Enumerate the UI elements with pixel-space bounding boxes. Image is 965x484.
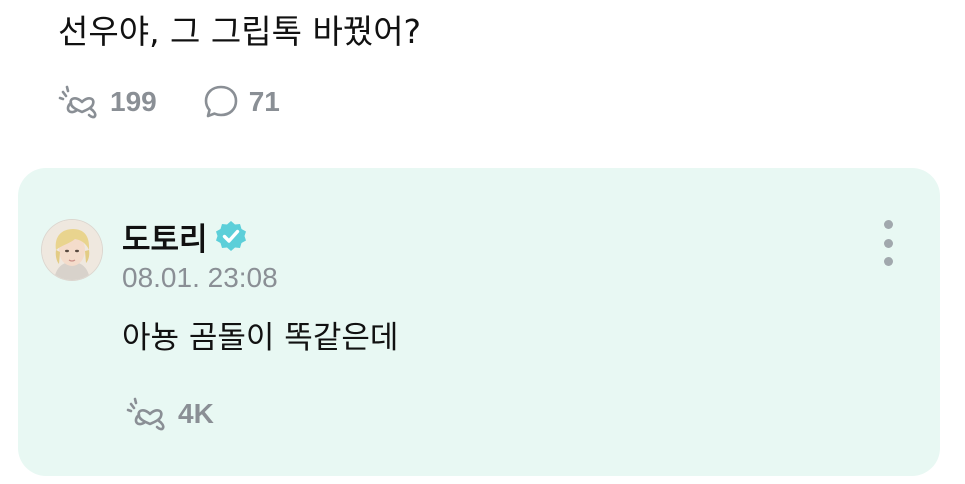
menu-dot <box>883 257 893 266</box>
verified-badge-icon <box>214 219 248 253</box>
hand-heart-icon <box>58 85 97 119</box>
comment-button[interactable]: 71 <box>201 82 280 122</box>
more-vertical-icon[interactable] <box>876 220 900 266</box>
menu-dot <box>883 220 893 229</box>
hand-heart-icon <box>126 397 165 431</box>
menu-dot <box>883 238 893 248</box>
comment-card: 도토리 08.01. 23:08 아뇽 곰돌이 똑같은데 4K <box>18 168 940 476</box>
comment-timestamp: 08.01. 23:08 <box>122 262 278 293</box>
comment-like-count: 4K <box>178 398 214 429</box>
comment-like-button[interactable]: 4K <box>126 394 214 434</box>
author-row: 도토리 <box>122 214 248 259</box>
post-stats: 199 71 <box>58 82 280 122</box>
comment-stats: 4K <box>126 394 214 434</box>
like-count: 199 <box>110 86 157 117</box>
post-text: 선우야, 그 그립톡 바꿨어? <box>58 12 422 51</box>
speech-bubble-icon <box>204 85 238 118</box>
comment-count: 71 <box>248 86 280 117</box>
avatar[interactable] <box>42 220 102 280</box>
avatar-image <box>42 220 102 280</box>
like-button[interactable]: 199 <box>58 82 157 122</box>
author-name[interactable]: 도토리 <box>122 214 208 259</box>
comment-text: 아뇽 곰돌이 똑같은데 <box>122 320 399 356</box>
